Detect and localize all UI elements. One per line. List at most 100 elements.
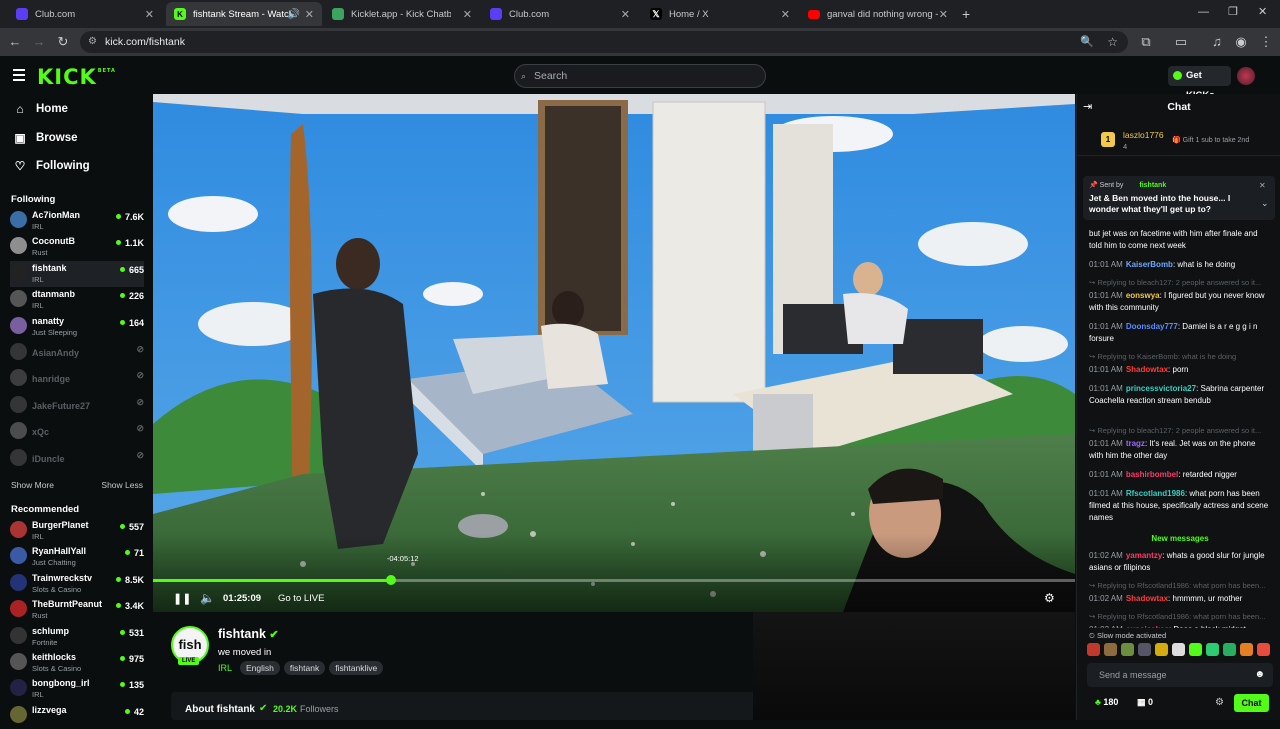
sidebar-channel[interactable]: schlump Fortnite 531 xyxy=(10,624,144,650)
sidebar-channel[interactable]: Trainwreckstv Slots & Casino 8.5K xyxy=(10,571,144,597)
gift-balance[interactable]: ▦ 0 xyxy=(1137,697,1153,708)
gifter-name[interactable]: laszlo1776 xyxy=(1123,130,1164,140)
sidebar-channel[interactable]: BurgerPlanet IRL 557 xyxy=(10,518,144,544)
emote-icon[interactable] xyxy=(1155,643,1168,656)
bookmark-star-icon[interactable]: ☆ xyxy=(1107,31,1118,53)
emote-icon[interactable] xyxy=(1172,643,1185,656)
chat-message[interactable]: 01:01 AM princessvictoria27: Sabrina carp… xyxy=(1089,383,1271,407)
emote-icon[interactable] xyxy=(1257,643,1270,656)
chat-input[interactable]: Send a message ☻ xyxy=(1087,663,1273,687)
site-info-icon[interactable]: ⚙ xyxy=(88,31,97,53)
message-username[interactable]: Doonsday777 xyxy=(1126,322,1178,331)
search-input[interactable]: ⌕ Search xyxy=(514,64,766,88)
browser-tab[interactable]: Club.com ✕ xyxy=(8,2,162,26)
reply-reference[interactable]: ↪ Replying to Rfscotland1986: what porn … xyxy=(1089,612,1271,621)
browser-tab[interactable]: 𝕏 Home / X ✕ xyxy=(642,2,798,26)
close-tab-icon[interactable]: ✕ xyxy=(939,8,948,21)
show-more-button[interactable]: Show More xyxy=(11,480,54,490)
reply-reference[interactable]: ↪ Replying to bleach127: 2 people answer… xyxy=(1089,426,1271,435)
sidebar-channel[interactable]: AsianAndy ⊘ xyxy=(10,340,144,366)
sidebar-channel[interactable]: JakeFuture27 ⊘ xyxy=(10,393,144,419)
chat-message[interactable]: 01:01 AM Rfscotland1986: what porn has be… xyxy=(1089,488,1271,524)
chat-message[interactable]: 01:02 AM yamantzy: whats a good slur for … xyxy=(1089,550,1271,574)
message-username[interactable]: yamantzy xyxy=(1126,551,1162,560)
tag-chip[interactable]: English xyxy=(240,661,280,675)
pause-icon[interactable]: ❚❚ xyxy=(173,592,191,605)
progress-scrubber[interactable] xyxy=(385,575,396,585)
video-player[interactable]: -04:05:12 ❚❚ 🔈 01:25:09 Go to LIVE ⚙ xyxy=(153,94,1075,612)
sidebar-channel[interactable]: hanridge ⊘ xyxy=(10,366,144,392)
message-username[interactable]: cupsicakes xyxy=(1126,625,1169,628)
sidebar-channel[interactable]: fishtank IRL 665 xyxy=(10,260,144,287)
kicks-balance[interactable]: ♣ 180 xyxy=(1095,697,1118,707)
tag-chip[interactable]: fishtanklive xyxy=(329,661,384,675)
sidebar-channel[interactable]: RyanHallYall Just Chatting 71 xyxy=(10,544,144,570)
go-to-live-button[interactable]: Go to LIVE xyxy=(278,593,324,604)
browser-tab[interactable]: Kicklet.app - Kick Chatbot and ✕ xyxy=(324,2,480,26)
browser-menu-icon[interactable]: ⋮ xyxy=(1258,34,1274,50)
message-username[interactable]: bashirbombel xyxy=(1126,470,1178,479)
gift-cta[interactable]: 🎁 Gift 1 sub to take 2nd xyxy=(1172,136,1249,144)
audio-playing-icon[interactable]: 🔊 xyxy=(288,9,300,20)
message-username[interactable]: KaiserBomb xyxy=(1126,260,1173,269)
sidebar-channel[interactable]: Ac7ionMan IRL 7.6K xyxy=(10,208,144,234)
message-username[interactable]: eonswya xyxy=(1126,291,1160,300)
message-username[interactable]: tragz xyxy=(1126,439,1145,448)
emote-icon[interactable] xyxy=(1138,643,1151,656)
nav-home[interactable]: ⌂ Home xyxy=(13,102,68,116)
message-username[interactable]: princessvictoria27 xyxy=(1126,384,1196,393)
chat-message[interactable]: 01:01 AM tragz: It's real. Jet was on the… xyxy=(1089,438,1271,462)
category-link[interactable]: IRL xyxy=(218,663,232,673)
minimize-icon[interactable]: — xyxy=(1198,6,1209,18)
browser-tab[interactable]: ganval did nothing wrong - You ✕ xyxy=(800,2,956,26)
sidebar-channel[interactable]: dtanmanb IRL 226 xyxy=(10,287,144,313)
chat-message[interactable]: 01:02 AMcupsicakes: Does a black midget … xyxy=(1089,624,1271,628)
close-tab-icon[interactable]: ✕ xyxy=(621,8,630,21)
address-bar[interactable]: ⚙ kick.com/fishtank 🔍 ☆ xyxy=(80,31,1128,53)
chat-message[interactable]: 01:01 AM eonswya: I figured but you never… xyxy=(1089,290,1271,314)
reply-reference[interactable]: ↪ Replying to KaiserBomb: what is he doi… xyxy=(1089,352,1271,361)
emote-icon[interactable] xyxy=(1223,643,1236,656)
profile-icon[interactable]: ◉ xyxy=(1233,34,1249,50)
emote-icon[interactable] xyxy=(1189,643,1202,656)
message-username[interactable]: Shadowtax xyxy=(1126,365,1168,374)
sidebar-channel[interactable]: CoconutB Rust 1.1K xyxy=(10,234,144,260)
forward-icon[interactable]: → xyxy=(31,34,47,49)
show-less-button[interactable]: Show Less xyxy=(101,480,143,490)
close-window-icon[interactable]: ✕ xyxy=(1258,5,1267,18)
sidebar-channel[interactable]: lizzvega 42 xyxy=(10,703,144,729)
progress-track[interactable] xyxy=(153,579,1075,582)
new-messages-divider[interactable]: New messages xyxy=(1089,533,1271,545)
channel-name[interactable]: fishtank ✔ xyxy=(218,627,279,641)
message-username[interactable]: Shadowtax xyxy=(1126,594,1168,603)
media-controls-icon[interactable]: ♫ xyxy=(1209,34,1225,49)
chat-message[interactable]: 01:01 AM KaiserBomb: what is he doing xyxy=(1089,259,1271,271)
emote-icon[interactable] xyxy=(1087,643,1100,656)
zoom-icon[interactable]: 🔍 xyxy=(1080,31,1094,53)
message-username[interactable]: Rfscotland1986 xyxy=(1126,489,1185,498)
nav-browse[interactable]: ▣ Browse xyxy=(13,131,77,145)
close-tab-icon[interactable]: ✕ xyxy=(145,8,154,21)
sidebar-channel[interactable]: TheBurntPeanut Rust 3.4K xyxy=(10,597,144,623)
emote-icon[interactable] xyxy=(1121,643,1134,656)
emote-icon[interactable] xyxy=(1206,643,1219,656)
send-chat-button[interactable]: Chat xyxy=(1234,694,1269,712)
restore-window-icon[interactable]: ❐ xyxy=(1228,5,1238,18)
close-tab-icon[interactable]: ✕ xyxy=(781,8,790,21)
nav-following[interactable]: ♡ Following xyxy=(13,159,90,173)
emote-icon[interactable] xyxy=(1240,643,1253,656)
chat-message[interactable]: 01:01 AM Doonsday777: Damiel is a r e g g… xyxy=(1089,321,1271,345)
unpin-icon[interactable]: ✕ xyxy=(1259,181,1266,190)
browser-tab[interactable]: Club.com ✕ xyxy=(482,2,638,26)
extensions-icon[interactable]: ⧉ xyxy=(1138,34,1154,50)
get-kicks-button[interactable]: Get KICKs xyxy=(1168,66,1231,101)
new-tab-icon[interactable]: + xyxy=(962,6,970,22)
close-tab-icon[interactable]: ✕ xyxy=(463,8,472,21)
volume-icon[interactable]: 🔈 xyxy=(200,591,215,605)
reload-icon[interactable]: ↻ xyxy=(55,34,71,50)
sidebar-channel[interactable]: xQc ⊘ xyxy=(10,419,144,445)
browser-tab-active[interactable]: K fishtank Stream - Watch Live 🔊 ✕ xyxy=(166,2,322,26)
chat-settings-icon[interactable]: ⚙ xyxy=(1215,697,1224,708)
chat-message[interactable]: 01:02 AM Shadowtax: hmmmm, ur mother xyxy=(1089,593,1271,605)
settings-gear-icon[interactable]: ⚙ xyxy=(1044,591,1055,605)
